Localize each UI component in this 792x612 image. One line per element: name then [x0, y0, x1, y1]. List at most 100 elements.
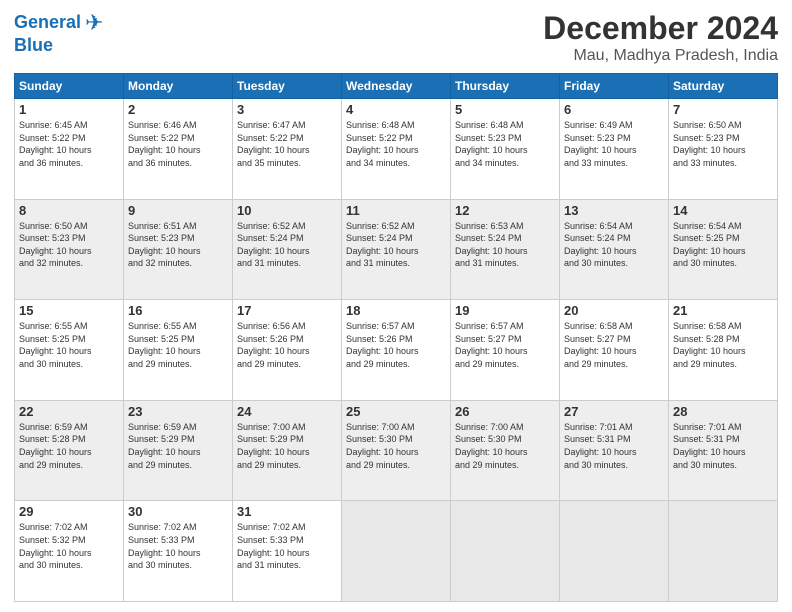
day-number: 6	[564, 102, 664, 117]
col-monday: Monday	[124, 74, 233, 99]
day-number: 9	[128, 203, 228, 218]
table-row: 25Sunrise: 7:00 AM Sunset: 5:30 PM Dayli…	[342, 400, 451, 501]
calendar-header-row: Sunday Monday Tuesday Wednesday Thursday…	[15, 74, 778, 99]
col-sunday: Sunday	[15, 74, 124, 99]
day-number: 12	[455, 203, 555, 218]
logo: General ✈ Blue	[14, 10, 103, 56]
table-row: 9 Sunrise: 6:51 AM Sunset: 5:23 PM Daylig…	[124, 199, 233, 300]
day-info: Sunrise: 7:02 AM Sunset: 5:32 PM Dayligh…	[19, 521, 119, 571]
table-row: 15 Sunrise: 6:55 AM Sunset: 5:25 PM Dayli…	[15, 300, 124, 401]
table-row: 7 Sunrise: 6:50 AM Sunset: 5:23 PM Daylig…	[669, 99, 778, 200]
page: General ✈ Blue December 2024 Mau, Madhya…	[0, 0, 792, 612]
day-number: 21	[673, 303, 773, 318]
table-row: 30 Sunrise: 7:02 AM Sunset: 5:33 PM Dayli…	[124, 501, 233, 602]
table-row: 31 Sunrise: 7:02 AM Sunset: 5:33 PM Dayli…	[233, 501, 342, 602]
day-info: Sunrise: 6:59 AM Sunset: 5:29 PM Dayligh…	[128, 421, 228, 471]
day-number: 16	[128, 303, 228, 318]
col-thursday: Thursday	[451, 74, 560, 99]
table-row: 21 Sunrise: 6:58 AM Sunset: 5:28 PM Dayli…	[669, 300, 778, 401]
day-info: Sunrise: 7:00 AM Sunset: 5:29 PM Dayligh…	[237, 421, 337, 471]
table-row: 24 Sunrise: 7:00 AM Sunset: 5:29 PM Dayli…	[233, 400, 342, 501]
table-row: 5Sunrise: 6:48 AM Sunset: 5:23 PM Daylig…	[451, 99, 560, 200]
day-info: Sunrise: 6:58 AM Sunset: 5:27 PM Dayligh…	[564, 320, 664, 370]
logo-blue: Blue	[14, 36, 53, 56]
table-row: 3 Sunrise: 6:47 AM Sunset: 5:22 PM Daylig…	[233, 99, 342, 200]
day-number: 15	[19, 303, 119, 318]
page-title: December 2024	[543, 10, 778, 47]
day-number: 20	[564, 303, 664, 318]
day-number: 24	[237, 404, 337, 419]
day-info: Sunrise: 6:55 AM Sunset: 5:25 PM Dayligh…	[19, 320, 119, 370]
day-info: Sunrise: 7:01 AM Sunset: 5:31 PM Dayligh…	[564, 421, 664, 471]
day-number: 14	[673, 203, 773, 218]
day-info: Sunrise: 6:46 AM Sunset: 5:22 PM Dayligh…	[128, 119, 228, 169]
day-number: 29	[19, 504, 119, 519]
table-row: 22 Sunrise: 6:59 AM Sunset: 5:28 PM Dayli…	[15, 400, 124, 501]
table-row: 16 Sunrise: 6:55 AM Sunset: 5:25 PM Dayli…	[124, 300, 233, 401]
table-row	[669, 501, 778, 602]
table-row: 17Sunrise: 6:56 AM Sunset: 5:26 PM Dayli…	[233, 300, 342, 401]
day-info: Sunrise: 6:50 AM Sunset: 5:23 PM Dayligh…	[19, 220, 119, 270]
day-info: Sunrise: 7:02 AM Sunset: 5:33 PM Dayligh…	[237, 521, 337, 571]
day-number: 22	[19, 404, 119, 419]
header: General ✈ Blue December 2024 Mau, Madhya…	[14, 10, 778, 65]
day-info: Sunrise: 6:55 AM Sunset: 5:25 PM Dayligh…	[128, 320, 228, 370]
day-info: Sunrise: 6:53 AM Sunset: 5:24 PM Dayligh…	[455, 220, 555, 270]
day-number: 31	[237, 504, 337, 519]
table-row: 29 Sunrise: 7:02 AM Sunset: 5:32 PM Dayli…	[15, 501, 124, 602]
day-info: Sunrise: 6:52 AM Sunset: 5:24 PM Dayligh…	[346, 220, 446, 270]
table-row: 1Sunrise: 6:45 AM Sunset: 5:22 PM Daylig…	[15, 99, 124, 200]
day-info: Sunrise: 6:56 AM Sunset: 5:26 PM Dayligh…	[237, 320, 337, 370]
day-number: 2	[128, 102, 228, 117]
day-info: Sunrise: 6:58 AM Sunset: 5:28 PM Dayligh…	[673, 320, 773, 370]
day-number: 26	[455, 404, 555, 419]
day-info: Sunrise: 6:59 AM Sunset: 5:28 PM Dayligh…	[19, 421, 119, 471]
day-info: Sunrise: 6:54 AM Sunset: 5:24 PM Dayligh…	[564, 220, 664, 270]
table-row: 13 Sunrise: 6:54 AM Sunset: 5:24 PM Dayli…	[560, 199, 669, 300]
day-number: 23	[128, 404, 228, 419]
day-info: Sunrise: 6:54 AM Sunset: 5:25 PM Dayligh…	[673, 220, 773, 270]
calendar-week-2: 8 Sunrise: 6:50 AM Sunset: 5:23 PM Daylig…	[15, 199, 778, 300]
day-info: Sunrise: 6:57 AM Sunset: 5:27 PM Dayligh…	[455, 320, 555, 370]
table-row: 19 Sunrise: 6:57 AM Sunset: 5:27 PM Dayli…	[451, 300, 560, 401]
day-info: Sunrise: 6:47 AM Sunset: 5:22 PM Dayligh…	[237, 119, 337, 169]
table-row: 6Sunrise: 6:49 AM Sunset: 5:23 PM Daylig…	[560, 99, 669, 200]
logo-bird-icon: ✈	[85, 10, 103, 36]
day-number: 13	[564, 203, 664, 218]
day-number: 30	[128, 504, 228, 519]
logo-general: General	[14, 12, 81, 32]
day-number: 11	[346, 203, 446, 218]
day-number: 18	[346, 303, 446, 318]
table-row: 8 Sunrise: 6:50 AM Sunset: 5:23 PM Daylig…	[15, 199, 124, 300]
table-row: 12 Sunrise: 6:53 AM Sunset: 5:24 PM Dayli…	[451, 199, 560, 300]
col-friday: Friday	[560, 74, 669, 99]
table-row: 10Sunrise: 6:52 AM Sunset: 5:24 PM Dayli…	[233, 199, 342, 300]
logo-text: General	[14, 13, 81, 33]
day-info: Sunrise: 6:51 AM Sunset: 5:23 PM Dayligh…	[128, 220, 228, 270]
calendar-week-5: 29 Sunrise: 7:02 AM Sunset: 5:32 PM Dayli…	[15, 501, 778, 602]
table-row	[342, 501, 451, 602]
page-subtitle: Mau, Madhya Pradesh, India	[543, 47, 778, 65]
table-row: 20 Sunrise: 6:58 AM Sunset: 5:27 PM Dayli…	[560, 300, 669, 401]
calendar-table: Sunday Monday Tuesday Wednesday Thursday…	[14, 73, 778, 602]
day-number: 7	[673, 102, 773, 117]
day-info: Sunrise: 7:00 AM Sunset: 5:30 PM Dayligh…	[455, 421, 555, 471]
day-info: Sunrise: 6:50 AM Sunset: 5:23 PM Dayligh…	[673, 119, 773, 169]
day-number: 27	[564, 404, 664, 419]
day-number: 28	[673, 404, 773, 419]
table-row: 26 Sunrise: 7:00 AM Sunset: 5:30 PM Dayli…	[451, 400, 560, 501]
day-number: 19	[455, 303, 555, 318]
table-row: 14 Sunrise: 6:54 AM Sunset: 5:25 PM Dayli…	[669, 199, 778, 300]
day-info: Sunrise: 6:48 AM Sunset: 5:23 PM Dayligh…	[455, 119, 555, 169]
day-number: 8	[19, 203, 119, 218]
day-info: Sunrise: 7:02 AM Sunset: 5:33 PM Dayligh…	[128, 521, 228, 571]
day-info: Sunrise: 7:01 AM Sunset: 5:31 PM Dayligh…	[673, 421, 773, 471]
col-wednesday: Wednesday	[342, 74, 451, 99]
day-number: 3	[237, 102, 337, 117]
col-tuesday: Tuesday	[233, 74, 342, 99]
day-info: Sunrise: 7:00 AM Sunset: 5:30 PM Dayligh…	[346, 421, 446, 471]
day-info: Sunrise: 6:45 AM Sunset: 5:22 PM Dayligh…	[19, 119, 119, 169]
table-row	[560, 501, 669, 602]
table-row: 4Sunrise: 6:48 AM Sunset: 5:22 PM Daylig…	[342, 99, 451, 200]
table-row	[451, 501, 560, 602]
